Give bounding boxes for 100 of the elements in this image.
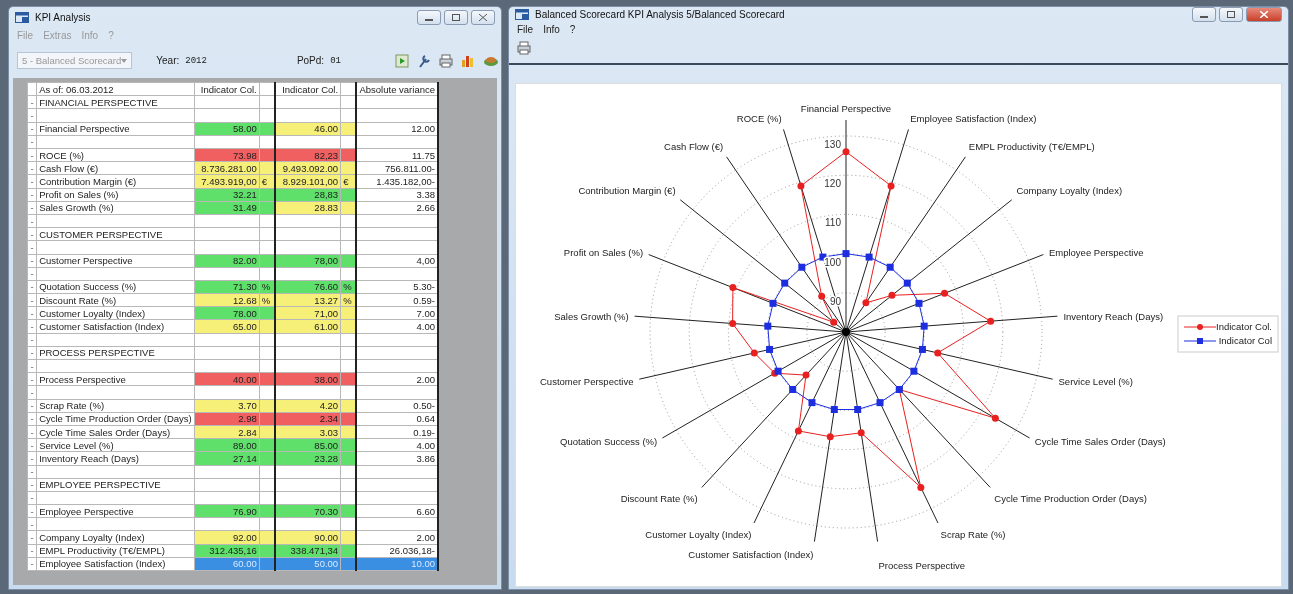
row-marker[interactable]: - (27, 95, 37, 109)
variance-cell: 4,00 (356, 254, 438, 268)
maximize-button[interactable] (1219, 7, 1243, 22)
column-header: As of: 06.03.2012 (36, 82, 195, 96)
row-marker[interactable]: - (27, 293, 37, 307)
chart-icon[interactable] (460, 53, 475, 68)
row-marker[interactable]: - (27, 372, 37, 386)
axis-label: Customer Perspective (540, 375, 634, 387)
row-marker[interactable]: - (27, 214, 37, 228)
row-marker[interactable]: - (27, 517, 37, 531)
row-marker[interactable]: - (27, 385, 37, 400)
close-icon (479, 14, 487, 22)
row-marker[interactable]: - (27, 451, 37, 465)
row-marker[interactable]: - (27, 319, 37, 334)
minimize-button[interactable] (417, 10, 441, 26)
row-marker[interactable]: - (27, 148, 37, 162)
play-icon[interactable] (394, 53, 409, 68)
row-marker[interactable]: - (27, 174, 37, 189)
variance-cell: 2.66 (356, 201, 438, 215)
row-marker[interactable]: - (27, 478, 37, 492)
axis-label: ROCE (%) (736, 112, 782, 124)
variance-cell: 756.811.00- (356, 161, 438, 175)
menu-item[interactable]: ? (569, 24, 576, 35)
row-marker[interactable]: - (27, 280, 37, 294)
row-marker[interactable]: - (27, 438, 37, 452)
kpi-label: Employee Perspective (36, 504, 195, 518)
section-label: EMPLOYEE PERSPECTIVE (36, 478, 195, 492)
row-marker[interactable]: - (27, 530, 37, 545)
row-marker[interactable]: - (27, 306, 37, 320)
tick-label: 110 (825, 217, 841, 229)
row-marker[interactable]: - (27, 399, 37, 413)
close-button[interactable] (1246, 7, 1282, 22)
data-point (917, 483, 925, 491)
data-point (886, 263, 894, 271)
kpi-label: Customer Perspective (36, 254, 195, 268)
axis-label: Contribution Margin (€) (578, 185, 676, 197)
row-marker[interactable]: - (27, 122, 37, 136)
data-point (842, 148, 850, 156)
close-button[interactable] (471, 10, 495, 26)
row-marker[interactable]: - (27, 267, 37, 281)
row-marker[interactable]: - (27, 227, 37, 241)
row-marker[interactable]: - (27, 240, 37, 254)
axis-label: Company Loyalty (Index) (1016, 185, 1123, 197)
kpi-label: Quotation Success (%) (36, 280, 195, 294)
printer-icon[interactable] (438, 53, 453, 68)
year-label: Year: (156, 55, 180, 67)
row-marker[interactable]: - (27, 254, 37, 268)
row-marker[interactable]: - (27, 201, 37, 215)
data-point (903, 279, 911, 287)
data-point (766, 345, 774, 353)
row-marker[interactable]: - (27, 465, 37, 479)
maximize-button[interactable] (444, 10, 468, 26)
printer-icon[interactable] (517, 41, 531, 55)
row-marker[interactable]: - (27, 333, 37, 347)
row-marker[interactable]: - (27, 491, 37, 505)
tick-label: 100 (824, 256, 841, 268)
row-marker[interactable]: - (27, 412, 37, 426)
data-point (818, 292, 826, 300)
kpi-label: Cycle Time Sales Order (Days) (36, 425, 195, 439)
row-marker[interactable]: - (27, 504, 37, 518)
row-marker[interactable]: - (27, 425, 37, 439)
row-marker[interactable]: - (27, 161, 37, 175)
data-point (934, 349, 942, 357)
row-marker[interactable]: - (27, 544, 37, 558)
section-label: PROCESS PERSPECTIVE (36, 346, 195, 360)
data-point (830, 406, 838, 413)
variance-cell: 0.59- (356, 293, 438, 307)
column-header: Indicator Col. (275, 82, 341, 96)
variance-cell: 3.86 (356, 451, 438, 465)
row-marker[interactable]: - (27, 188, 37, 202)
center-dot (842, 328, 850, 336)
year-field[interactable]: 2012 (185, 55, 207, 66)
wrench-icon[interactable] (416, 53, 431, 68)
data-point (941, 289, 948, 297)
data-point (910, 367, 918, 375)
kpi-label: Financial Perspective (36, 122, 195, 136)
legend-label: Indicator Col. (1216, 321, 1272, 332)
tick-label: 130 (824, 139, 841, 150)
data-point (876, 399, 884, 407)
data-point (729, 284, 737, 292)
period-field[interactable]: 01 (330, 55, 341, 66)
axis-label: Cycle Time Production Order (Days) (994, 492, 1147, 504)
minimize-button[interactable] (1192, 7, 1216, 22)
kpi-label: Scrap Rate (%) (36, 399, 195, 413)
menu-item[interactable]: Info (543, 24, 560, 35)
menu-item[interactable]: File (517, 24, 534, 35)
data-point (888, 291, 896, 299)
axis-label: Employee Perspective (1048, 247, 1144, 259)
data-point (862, 299, 870, 307)
row-marker[interactable]: - (27, 346, 37, 360)
axis-label: Quotation Success (%) (560, 436, 658, 447)
row-marker[interactable]: - (27, 108, 37, 123)
kpi-label: Inventory Reach (Days) (36, 451, 195, 465)
tick-label: 120 (824, 178, 841, 190)
row-marker[interactable]: - (27, 557, 37, 571)
row-marker[interactable]: - (27, 359, 37, 373)
section-label: FINANCIAL PERSPECTIVE (36, 95, 195, 109)
data-point (802, 371, 810, 379)
kpi-label: Profit on Sales (%) (36, 188, 195, 202)
row-marker[interactable]: - (27, 135, 37, 149)
